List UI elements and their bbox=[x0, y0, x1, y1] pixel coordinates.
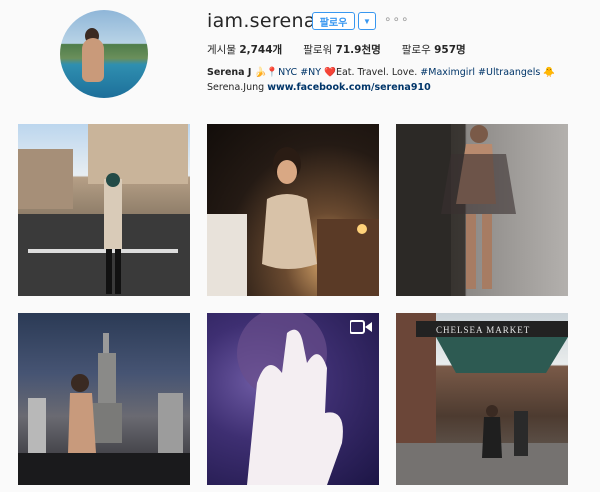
bio-line-2: Serena.Jung www.facebook.com/serena910 bbox=[207, 82, 431, 93]
profile-external-link[interactable]: www.facebook.com/serena910 bbox=[267, 82, 431, 93]
hand-blur-image bbox=[237, 313, 343, 485]
avatar-person-shape bbox=[82, 38, 104, 82]
more-options-button[interactable]: ∘∘∘ bbox=[384, 12, 410, 26]
post-thumbnail[interactable]: CHELSEA MARKET bbox=[396, 313, 568, 485]
following-count[interactable]: 팔로우 957명 bbox=[402, 42, 466, 57]
empire-state-image bbox=[18, 333, 190, 485]
chelsea-market-sign: CHELSEA MARKET bbox=[436, 325, 530, 335]
chick-icon: 🐥 bbox=[543, 67, 556, 78]
banana-icon: 🍌 bbox=[254, 67, 267, 78]
post-thumbnail[interactable] bbox=[18, 124, 190, 296]
studio-fashion-image bbox=[396, 124, 516, 296]
follow-button[interactable]: 팔로우 bbox=[312, 12, 355, 30]
profile-username: iam.serena bbox=[207, 10, 316, 32]
post-thumbnail[interactable] bbox=[396, 124, 568, 296]
pin-icon: 📍 bbox=[266, 67, 279, 78]
heart-icon: ❤️ bbox=[324, 67, 336, 78]
follow-dropdown-button[interactable]: ▼ bbox=[358, 12, 376, 30]
chevron-down-icon: ▼ bbox=[363, 16, 371, 26]
hashtag-ultraangels[interactable]: #Ultraangels bbox=[478, 67, 540, 78]
hashtag-maximgirl[interactable]: #Maximgirl bbox=[420, 67, 475, 78]
chelsea-market-image: CHELSEA MARKET bbox=[396, 313, 568, 485]
post-thumbnail[interactable] bbox=[207, 124, 379, 296]
profile-stats: 게시물 2,744개 팔로워 71.9천명 팔로우 957명 bbox=[207, 42, 466, 57]
bio-line-1: Serena J 🍌📍NYC #NY ❤️Eat. Travel. Love. … bbox=[207, 67, 556, 78]
restaurant-portrait-image bbox=[207, 147, 379, 296]
profile-avatar[interactable] bbox=[60, 10, 148, 98]
street-scene-image bbox=[18, 124, 190, 296]
post-thumbnail[interactable] bbox=[207, 313, 379, 485]
more-dots-icon: ∘∘∘ bbox=[384, 12, 410, 26]
video-camera-icon bbox=[350, 320, 372, 334]
posts-count: 게시물 2,744개 bbox=[207, 44, 283, 56]
followers-count[interactable]: 팔로워 71.9천명 bbox=[303, 42, 381, 57]
post-thumbnail[interactable] bbox=[18, 313, 190, 485]
